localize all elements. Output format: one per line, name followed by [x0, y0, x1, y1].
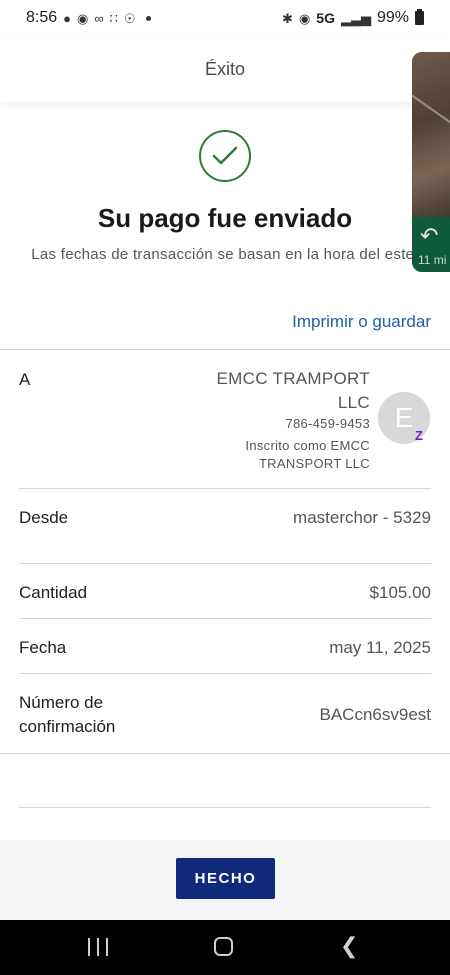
more-notifications-icon	[145, 15, 151, 21]
recipient-name: EMCC TRAMPORT LLC	[216, 369, 370, 412]
back-icon[interactable]: ❮	[340, 935, 358, 957]
divider	[0, 349, 450, 350]
divider	[19, 618, 431, 619]
network-type: 5G	[316, 10, 335, 26]
battery-icon	[415, 9, 424, 25]
page-title: Éxito	[204, 58, 246, 79]
message-icon: ●	[63, 10, 71, 26]
location-icon: ◉	[298, 10, 311, 26]
system-navigation-bar: ❮	[0, 920, 450, 975]
success-check-icon	[199, 130, 251, 182]
battery-percent: 99%	[376, 9, 409, 26]
success-subtitle: Las fechas de transacción se basan en la…	[31, 246, 419, 263]
recipient-registered-name: Inscrito como EMCC TRANSPORT LLC	[245, 438, 370, 471]
divider	[19, 488, 431, 489]
confirmation-value: BACcn6sv9est	[319, 705, 432, 724]
status-bar: 8:56 ● ◉ ∞ ∷ ☉ ✱ ◉ 5G ▂▃▅ 99%	[0, 0, 450, 36]
confirmation-label: Número de confirmación	[19, 693, 116, 736]
apps-icon: ∷	[109, 10, 118, 26]
date-label: Fecha	[19, 638, 67, 657]
map-road	[412, 92, 450, 134]
divider	[19, 563, 431, 564]
status-time: 8:56	[26, 9, 58, 26]
home-icon[interactable]	[214, 937, 233, 956]
status-bar-right: ✱ ◉ 5G ▂▃▅ 99%	[282, 9, 424, 27]
navigation-direction-panel: ↶ 11 mi	[412, 217, 450, 272]
zelle-badge-letter: Z	[415, 428, 423, 443]
from-label: Desde	[19, 508, 69, 527]
avatar-initial: E	[394, 402, 414, 433]
divider	[19, 673, 431, 674]
amount-label: Cantidad	[19, 583, 88, 602]
bluetooth-icon: ✱	[282, 10, 293, 26]
voicemail-icon: ∞	[94, 10, 104, 26]
success-title: Su pago fue enviado	[97, 203, 353, 233]
recipient-phone: 786-459-9453	[285, 416, 370, 431]
navigation-distance: 11 mi	[418, 253, 447, 267]
divider	[0, 753, 450, 754]
navigation-overlay[interactable]: ↶ 11 mi	[412, 52, 450, 272]
date-value: may 11, 2025	[329, 638, 431, 657]
recent-apps-icon[interactable]	[88, 938, 108, 956]
recipient-label: A	[19, 370, 31, 389]
from-value: masterchor - 5329	[293, 508, 431, 527]
map-thumbnail	[412, 52, 450, 217]
zelle-badge-icon: Z	[415, 428, 423, 443]
signal-icon: ▂▃▅	[340, 10, 371, 26]
done-button[interactable]: HECHO	[176, 858, 275, 899]
page-header: Éxito	[0, 36, 450, 102]
sync-icon: ☉	[123, 10, 136, 26]
messenger-icon: ◉	[77, 10, 89, 26]
amount-value: $105.00	[369, 583, 431, 602]
turn-left-icon: ↶	[420, 223, 439, 248]
status-bar-left: 8:56 ● ◉ ∞ ∷ ☉	[26, 9, 151, 27]
print-or-save-link[interactable]: Imprimir o guardar	[292, 312, 431, 332]
divider	[19, 807, 431, 808]
